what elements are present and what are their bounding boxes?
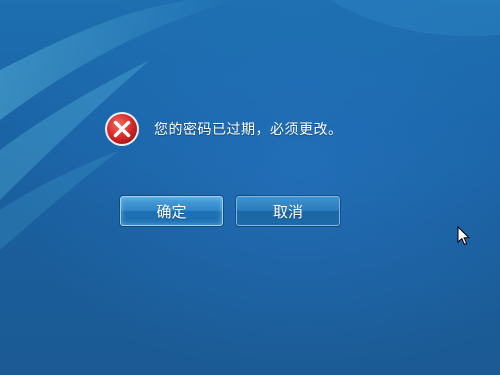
- error-icon: [105, 112, 139, 146]
- ok-button-label: 确定: [156, 202, 187, 221]
- mouse-pointer-icon: [457, 226, 471, 246]
- message-text: 您的密码已过期，必须更改。: [154, 122, 343, 138]
- cancel-button-label: 取消: [272, 202, 303, 221]
- cancel-button[interactable]: 取消: [236, 196, 340, 226]
- ok-button[interactable]: 确定: [120, 196, 223, 226]
- message-row: 您的密码已过期，必须更改。: [104, 111, 343, 147]
- password-expired-dialog: 您的密码已过期，必须更改。 确定 取消: [0, 0, 500, 375]
